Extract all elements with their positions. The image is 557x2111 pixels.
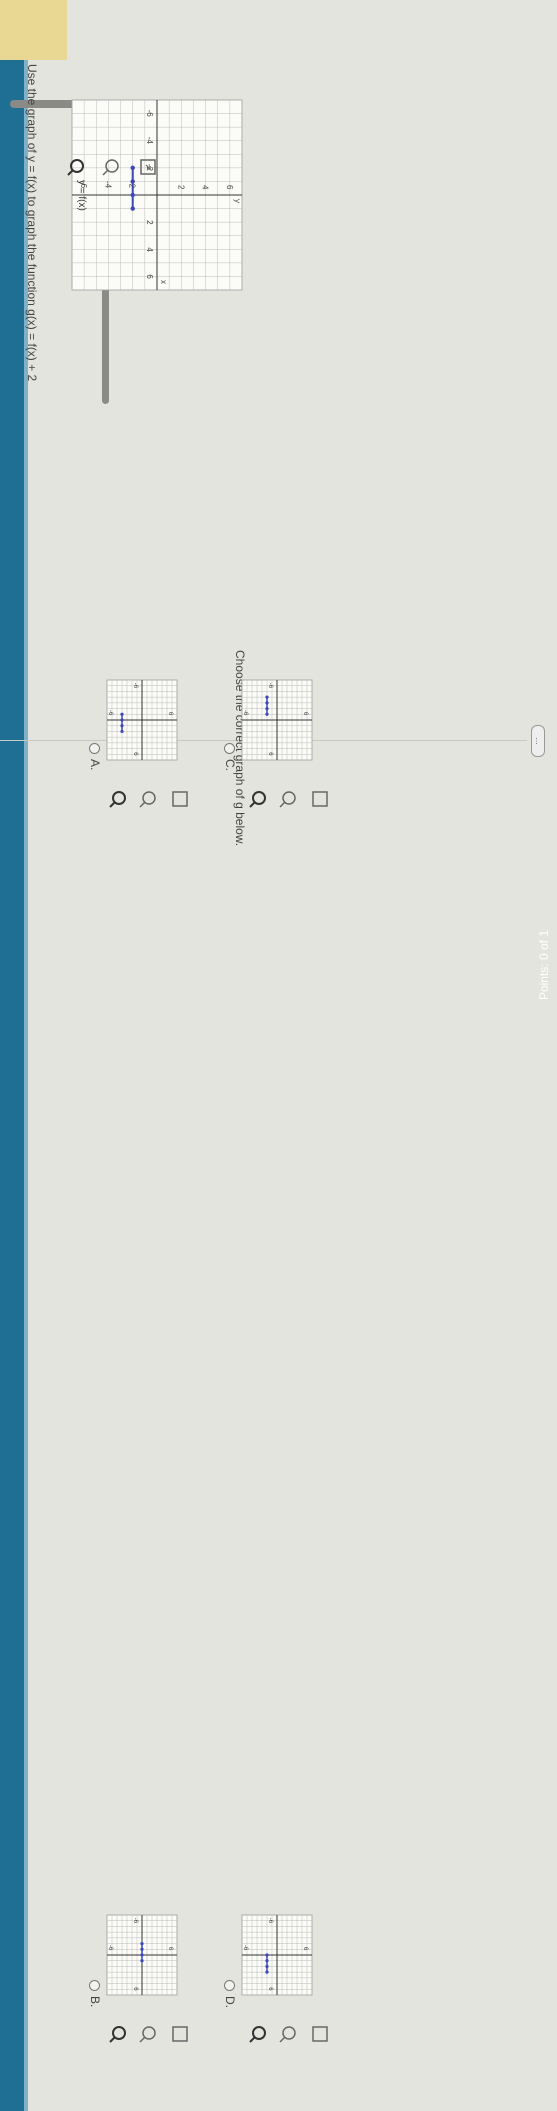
graph-point — [140, 1947, 144, 1951]
option-c-zoom-out-icon[interactable] — [279, 790, 297, 808]
graph-point — [265, 1953, 269, 1957]
graph-point — [265, 706, 269, 711]
option-b-expand-icon[interactable] — [171, 2025, 189, 2043]
option-d-expand-icon[interactable] — [311, 2025, 329, 2043]
graph-point — [130, 192, 135, 198]
tick-label: -6 — [267, 683, 273, 689]
tick-label: -6 — [132, 1918, 138, 1924]
graph-point — [140, 1953, 144, 1957]
graph-point — [130, 165, 135, 171]
tick-label: -4 — [145, 137, 154, 145]
question-prompt: Use the graph of y = f(x) to graph the f… — [25, 64, 39, 382]
option-c-zoom-in-icon[interactable] — [249, 790, 267, 808]
main-graph-label: y = f(x) — [76, 180, 87, 211]
option-a-zoom-in-icon[interactable] — [109, 790, 127, 808]
option-d-zoom-in-icon[interactable] — [249, 2025, 267, 2043]
tick-label: -6 — [107, 710, 113, 716]
rotated-content: Points: 0 of 1 ⇤ Use the graph of y = f(… — [0, 0, 557, 2111]
zoom-out-icon[interactable] — [102, 158, 120, 176]
option-a-zoom-out-icon[interactable] — [139, 790, 157, 808]
points-text: Points: 0 of 1 — [537, 930, 551, 1001]
graph-point — [120, 729, 124, 734]
tick-label: 4 — [201, 185, 210, 190]
option-a-graph: 6-66-6 — [106, 679, 178, 761]
graph-point — [120, 724, 124, 728]
graph-point — [140, 1959, 144, 1963]
tick-label: -6 — [145, 110, 154, 118]
option-b-zoom-in-icon[interactable] — [109, 2025, 127, 2043]
graph-point — [120, 718, 124, 722]
tick-label: 2 — [145, 220, 154, 225]
main-graph: yx-6-4-2246642-2-4-6 — [71, 99, 243, 291]
graph-point — [140, 1941, 144, 1946]
graph-point — [120, 712, 124, 716]
graph-point — [265, 1970, 269, 1974]
tick-label: 2 — [176, 185, 185, 190]
zoom-in-icon[interactable] — [67, 158, 85, 176]
option-b-graph: 6-66-6 — [106, 1914, 178, 1996]
x-axis-label: x — [159, 280, 168, 284]
option-b-zoom-out-icon[interactable] — [139, 2025, 157, 2043]
option-c-expand-icon[interactable] — [311, 790, 329, 808]
graph-point — [265, 701, 269, 705]
graph-point — [265, 1964, 269, 1969]
page: { "header": { "points": "Points: 0 of 1"… — [0, 0, 557, 2111]
tick-label: -2 — [128, 181, 137, 189]
tick-label: 6 — [225, 185, 234, 190]
graph-point — [265, 1959, 269, 1963]
tick-label: -6 — [267, 1918, 273, 1924]
graph-point — [130, 206, 135, 211]
tick-label: 4 — [145, 247, 154, 252]
expand-icon[interactable] — [139, 158, 157, 176]
tick-label: -6 — [242, 710, 248, 716]
tick-label: -6 — [132, 683, 138, 689]
graph-point — [265, 695, 269, 699]
tick-label: 6 — [145, 274, 154, 279]
tick-label: -4 — [103, 181, 112, 189]
status-panel — [0, 0, 67, 60]
separator-handle[interactable]: ... — [531, 725, 545, 757]
option-d-graph: 6-66-6 — [241, 1914, 313, 1996]
y-axis-label: y — [233, 199, 242, 203]
tick-label: -6 — [107, 1945, 113, 1951]
tick-label: -6 — [242, 1945, 248, 1951]
graph-point — [265, 712, 269, 716]
option-a-expand-icon[interactable] — [171, 790, 189, 808]
option-d-zoom-out-icon[interactable] — [279, 2025, 297, 2043]
main-grid: yx-6-4-2246642-2-4-6 — [71, 99, 243, 291]
option-c-graph: 6-66-6 — [241, 679, 313, 761]
